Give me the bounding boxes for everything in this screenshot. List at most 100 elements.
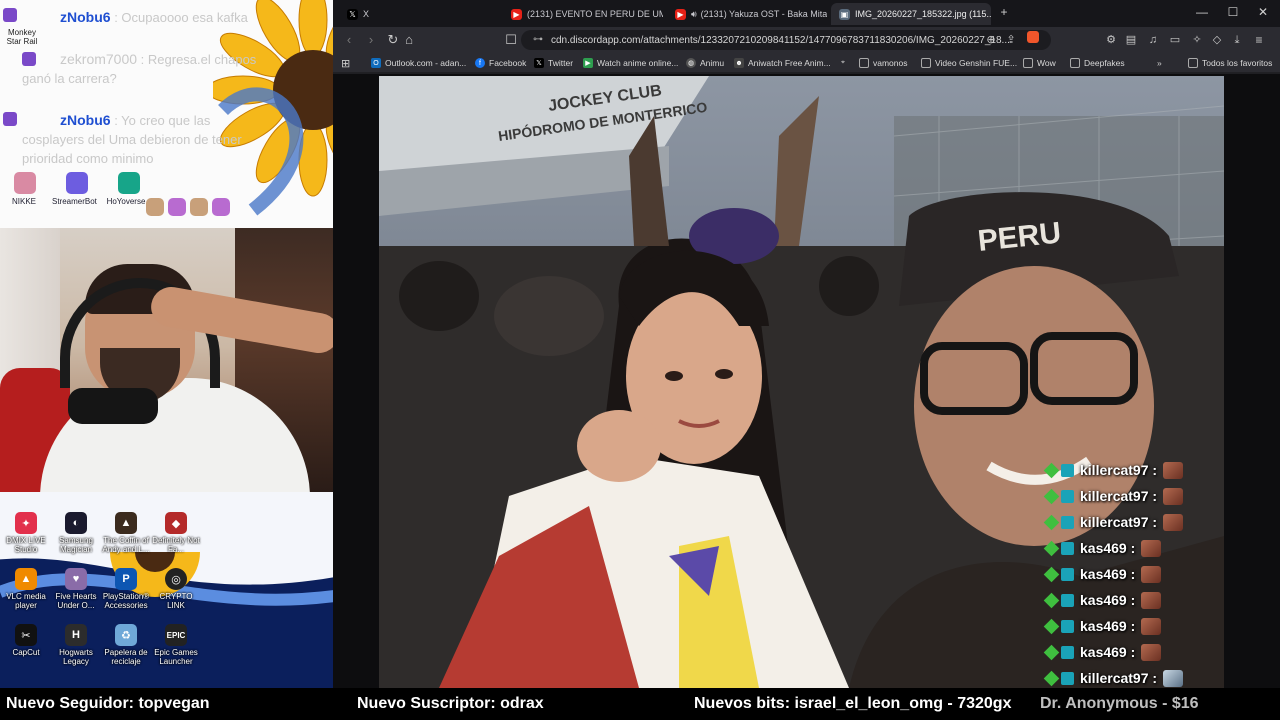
aniwatch-icon: ☻ (734, 58, 744, 68)
home-icon[interactable]: ⌂ (401, 32, 417, 48)
vlc-icon: ▲ (15, 568, 37, 590)
minimize-icon[interactable]: — (1195, 5, 1209, 19)
subscriber-badge-icon (1061, 463, 1074, 477)
url-text: cdn.discordapp.com/attachments/123320721… (551, 34, 1010, 46)
chat-message: zNobu6 : Ocupaoooo esa kafka (22, 8, 272, 27)
desktop-icon[interactable]: ▲ VLC media player (0, 568, 52, 610)
bookmark-aniwatch[interactable]: ☻ Aniwatch Free Anim... (734, 56, 831, 70)
desktop-icon[interactable]: ◎ CRYPTO LINK (150, 568, 202, 610)
bookmark-watch-anime[interactable]: ▶ Watch anime online... (583, 56, 678, 70)
bookmark-outlook[interactable]: O Outlook.com - adan... (371, 56, 466, 70)
bookmark-all-favorites[interactable]: Todos los favoritos (1188, 56, 1272, 70)
chat-username: kas469 (1080, 566, 1127, 582)
desktop-icon[interactable]: ◐ Samsung Magician (50, 512, 102, 554)
sidebar-icon[interactable]: ▤ (1123, 32, 1139, 48)
crypto-link-icon: ◎ (165, 568, 187, 590)
verified-badge-icon (1043, 618, 1060, 634)
chat-username[interactable]: zekrom7000 (60, 51, 137, 67)
emote-icon (168, 198, 186, 216)
bookmark-facebook[interactable]: f Facebook (475, 56, 526, 70)
tab-x[interactable]: 𝕏 X (339, 3, 499, 25)
chat-line: killercat97 : (1040, 457, 1224, 483)
bookmark-video-genshin[interactable]: Video Genshin FUE... (921, 56, 1017, 70)
game-icon: ◆ (165, 512, 187, 534)
emote-icon (1163, 487, 1184, 505)
emote-icon (1141, 591, 1162, 609)
bookmark-unnamed[interactable]: ⌖ (838, 56, 852, 70)
wallet-icon[interactable]: ▭ (1167, 32, 1183, 48)
bookmark-twitter[interactable]: 𝕏 Twitter (534, 56, 573, 70)
speaker-icon[interactable]: 🔊︎ (691, 9, 697, 20)
desktop-icon[interactable]: ♥ Five Hearts Under O... (50, 568, 102, 610)
chat-username[interactable]: zNobu6 (60, 112, 111, 128)
bookmark-animu[interactable]: ◍ Animu (686, 56, 724, 70)
samsung-magician-icon: ◐ (65, 512, 87, 534)
back-icon[interactable]: ‹ (341, 32, 357, 48)
reload-icon[interactable]: ↻ (385, 32, 401, 48)
new-follower-alert: Nuevo Seguidor: topvegan (6, 695, 210, 712)
more-bookmarks-icon[interactable]: » (1157, 56, 1162, 70)
youtube-icon: ▶ (511, 8, 522, 20)
emote-icon (1163, 461, 1184, 479)
chat-line: killercat97 : (1040, 509, 1224, 535)
new-tab-button[interactable]: + (997, 5, 1011, 19)
bookmark-icon: ⌖ (841, 59, 845, 66)
folder-icon (1070, 58, 1080, 68)
chat-line: kas469 : (1040, 639, 1224, 665)
desktop-icon[interactable]: ♻ Papelera de reciclaje (100, 624, 152, 666)
chat-line: kas469 : (1040, 535, 1224, 561)
desktop-icon[interactable]: ▲ The Coffin of Andy and L... (100, 512, 152, 554)
desktop-icon[interactable]: ✦ DMIX LIVE Studio (0, 512, 52, 554)
chat-badge-icon (3, 8, 17, 22)
verified-badge-icon (1043, 592, 1060, 608)
streamerbot-icon (66, 172, 88, 194)
share-icon[interactable]: ⇪ (1003, 32, 1019, 48)
chat-username: killercat97 (1080, 488, 1149, 504)
emote-strip (146, 198, 230, 216)
bookmark-deepfakes[interactable]: Deepfakes (1070, 56, 1125, 70)
extensions-icon[interactable]: ⚙ (1103, 32, 1119, 48)
x-icon: 𝕏 (534, 58, 544, 68)
bookmark-vamonos[interactable]: vamonos (859, 56, 908, 70)
subscriber-badge-icon (1061, 567, 1074, 581)
music-icon[interactable]: ♫ (1145, 32, 1161, 48)
vpn-icon[interactable]: ◇ (1209, 32, 1225, 48)
maximize-icon[interactable]: ☐ (1226, 5, 1240, 19)
site-info-icon[interactable]: ⊶ (533, 34, 543, 45)
tab-youtube-evento[interactable]: ▶ (2131) EVENTO EN PERU DE UMAMU (503, 3, 663, 25)
download-icon[interactable]: ⤓ (1229, 32, 1245, 48)
desktop-icon[interactable]: ◆ Definitely Not Fa... (150, 512, 202, 554)
verified-badge-icon (1043, 514, 1060, 530)
forward-icon[interactable]: › (363, 32, 379, 48)
tab-bar: 𝕏 X ▶ (2131) EVENTO EN PERU DE UMAMU ▶ 🔊… (333, 0, 1280, 27)
coffin-game-icon: ▲ (115, 512, 137, 534)
webcam-feed (0, 228, 355, 492)
bookmark-icon[interactable]: ☐ (503, 32, 519, 48)
chat-username: kas469 (1080, 644, 1127, 660)
desktop-icon[interactable]: P PlayStation® Accessories (100, 568, 152, 610)
desktop-icon[interactable]: EPIC Epic Games Launcher (150, 624, 202, 666)
apps-icon[interactable]: ⊞ (341, 56, 350, 70)
folder-icon (859, 58, 869, 68)
tab-image[interactable]: ▣ IMG_20260227_185322.jpg (115... × (831, 3, 991, 25)
tab-youtube-yakuza[interactable]: ▶ 🔊︎ (2131) Yakuza OST - Baka Mitai (I..… (667, 3, 827, 25)
close-window-icon[interactable]: ✕ (1256, 5, 1270, 19)
hoyoverse-label: HoYoverse (106, 197, 146, 206)
bookmark-wow[interactable]: Wow (1023, 56, 1056, 70)
desktop-icon[interactable]: H Hogwarts Legacy (50, 624, 102, 666)
chat-username[interactable]: zNobu6 (60, 9, 111, 25)
emote-icon (146, 198, 164, 216)
chat-username: killercat97 (1080, 462, 1149, 478)
folder-icon (1023, 58, 1033, 68)
playstation-icon: P (115, 568, 137, 590)
facebook-icon: f (475, 58, 485, 68)
desktop-icon[interactable]: ✂ CapCut (0, 624, 52, 657)
shield-icon[interactable] (1027, 31, 1039, 43)
menu-icon[interactable]: ≡ (1251, 32, 1267, 48)
outlook-icon: O (371, 58, 381, 68)
leo-ai-icon[interactable]: ✧ (1189, 32, 1205, 48)
zoom-icon[interactable]: ⊕ (983, 32, 999, 48)
verified-badge-icon (1043, 566, 1060, 582)
address-bar[interactable]: ⊶ cdn.discordapp.com/attachments/1233207… (521, 30, 1051, 50)
nikke-label: NIKKE (11, 197, 36, 206)
